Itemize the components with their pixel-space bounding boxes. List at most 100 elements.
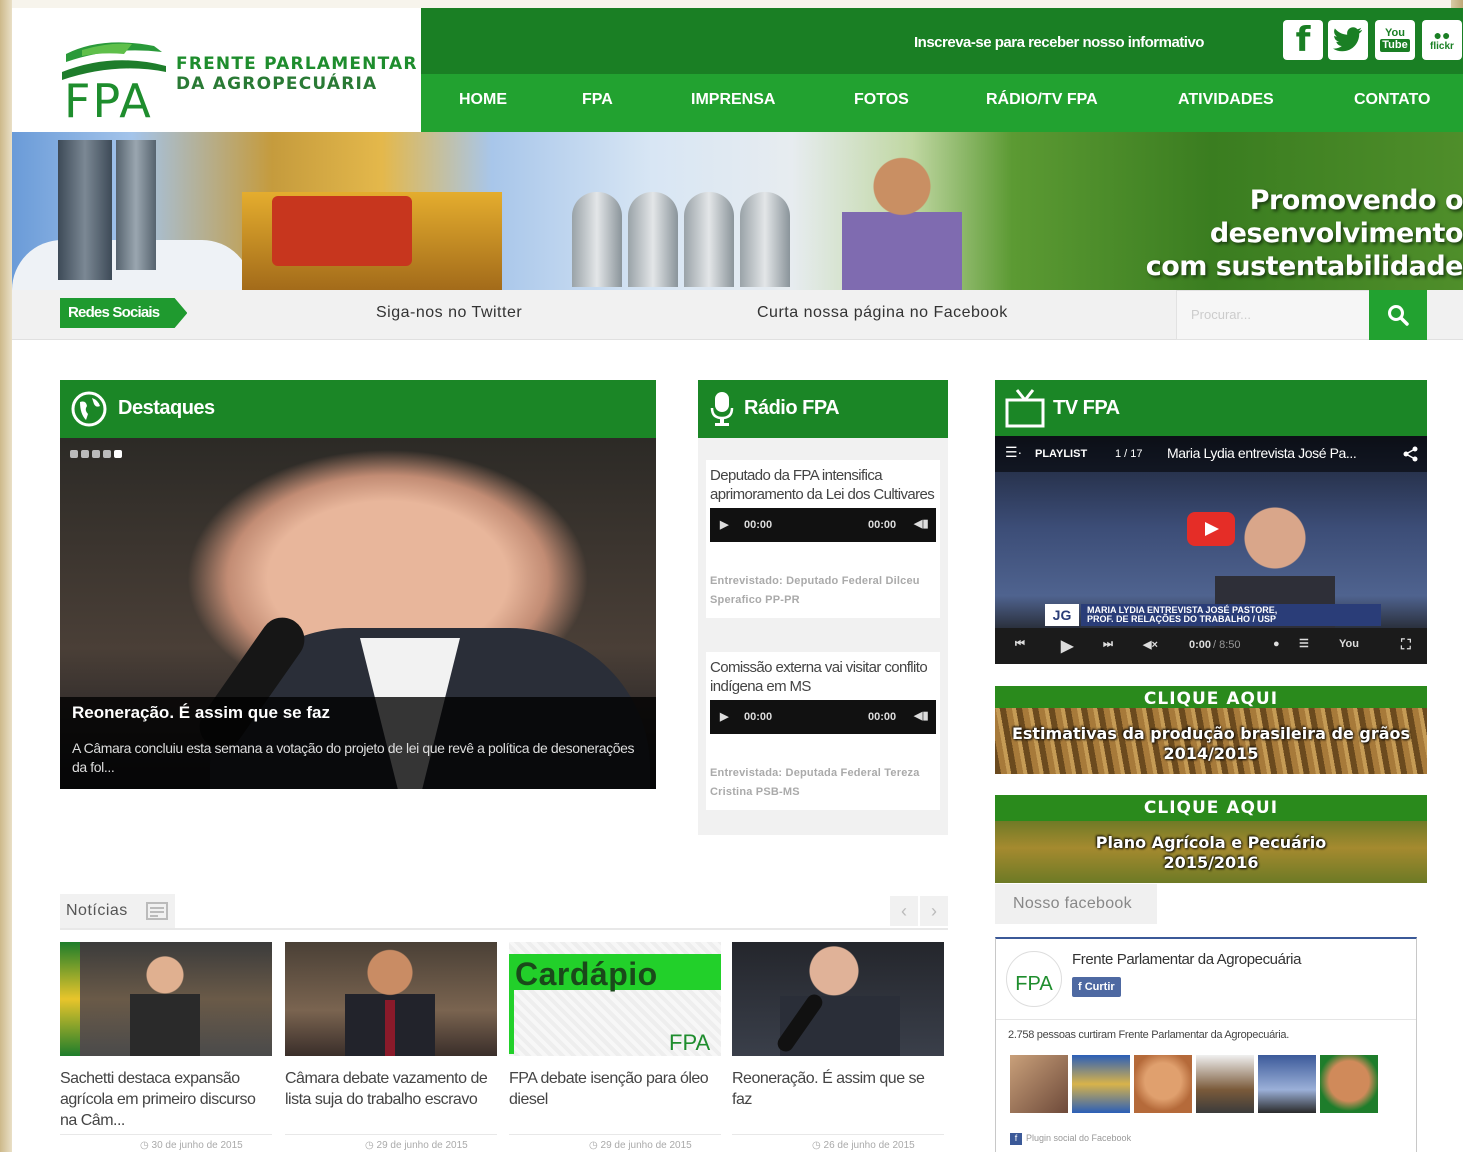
facebook-page-name[interactable]: Frente Parlamentar da Agropecuária — [1072, 951, 1301, 968]
fan-avatar[interactable] — [1072, 1055, 1130, 1113]
fan-avatar[interactable] — [1010, 1055, 1068, 1113]
promo-banner-grains[interactable]: CLIQUE AQUI Estimativas da produção bras… — [995, 686, 1427, 774]
play-icon[interactable]: ▶ — [1061, 636, 1073, 656]
playlist-count: 1 / 17 — [1115, 448, 1143, 460]
banner-congress-tower — [58, 140, 112, 280]
flickr-dots: ●● — [1433, 26, 1451, 43]
news-card[interactable]: Câmara debate vazamento de lista suja do… — [285, 942, 497, 1151]
slider-dot[interactable] — [103, 450, 111, 458]
volume-icon[interactable]: ◀▮ — [914, 709, 929, 722]
radio-item-title[interactable]: Comissão externa vai visitar conflito in… — [710, 658, 936, 696]
news-thumbnail[interactable] — [285, 942, 497, 1056]
news-next-button[interactable]: › — [920, 896, 948, 926]
twitter-icon[interactable] — [1328, 20, 1368, 60]
flickr-icon[interactable]: ●● flickr — [1422, 20, 1462, 60]
fan-avatar[interactable] — [1196, 1055, 1254, 1113]
playlist-icon[interactable]: ☰· — [1005, 444, 1022, 461]
fan-avatar[interactable] — [1134, 1055, 1192, 1113]
banner-harvester — [272, 196, 412, 266]
hero-banner: Promovendo o desenvolvimento com sustent… — [12, 132, 1463, 290]
promo-text: Estimativas da produção brasileira de gr… — [995, 724, 1427, 764]
facebook-tab[interactable]: Nosso facebook — [995, 884, 1157, 924]
youtube-top: You — [1385, 27, 1405, 39]
audio-player[interactable]: ▶ 00:00 00:00 ◀▮ — [710, 508, 936, 542]
news-nav: ‹ › — [890, 896, 948, 926]
search-input[interactable]: Procurar... — [1176, 290, 1370, 340]
news-thumbnail[interactable]: Cardápio FPA — [509, 942, 721, 1056]
thumb-flag — [60, 942, 80, 1056]
nav-atividades[interactable]: ATIVIDADES — [1178, 74, 1274, 132]
logo-line-2: DA AGROPECUÁRIA — [176, 74, 378, 94]
destaques-slide[interactable]: Reoneração. É assim que se faz A Câmara … — [60, 438, 656, 789]
nav-fotos[interactable]: FOTOS — [854, 74, 909, 132]
banner-silo — [628, 192, 678, 287]
audio-player[interactable]: ▶ 00:00 00:00 ◀▮ — [710, 700, 936, 734]
news-title: Notícias — [66, 902, 128, 919]
next-icon[interactable]: ⏭ — [1103, 638, 1113, 651]
promo-banner-plano-agricola[interactable]: CLIQUE AQUI Plano Agrícola e Pecuário 20… — [995, 795, 1427, 883]
facebook-icon[interactable]: f — [1283, 20, 1323, 60]
fan-avatar[interactable] — [1320, 1055, 1378, 1113]
divider — [285, 1134, 497, 1135]
news-thumbnail[interactable] — [60, 942, 272, 1056]
slider-dot[interactable] — [92, 450, 100, 458]
slider-dot[interactable] — [81, 450, 89, 458]
news-card-title[interactable]: FPA debate isenção para óleo diesel — [509, 1068, 721, 1110]
banner-silo — [740, 192, 790, 287]
news-card-title[interactable]: Sachetti destaca expansão agrícola em pr… — [60, 1068, 272, 1131]
slider-pagination[interactable] — [70, 450, 122, 458]
facebook-fans — [1010, 1055, 1378, 1113]
news-card[interactable]: Cardápio FPA FPA debate isenção para óle… — [509, 942, 721, 1151]
mute-icon[interactable]: ◀× — [1143, 638, 1158, 651]
news-card-title[interactable]: Reoneração. É assim que se faz — [732, 1068, 944, 1110]
nav-home[interactable]: HOME — [459, 74, 507, 132]
news-card-date-text: 26 de junho de 2015 — [823, 1140, 915, 1151]
news-card-title[interactable]: Câmara debate vazamento de lista suja do… — [285, 1068, 497, 1110]
slider-dot[interactable] — [70, 450, 78, 458]
nav-imprensa[interactable]: IMPRENSA — [691, 74, 775, 132]
lower-third-line-2: PROF. DE RELAÇÕES DO TRABALHO / USP — [1087, 614, 1277, 624]
slide-excerpt: A Câmara concluiu esta semana a votação … — [72, 740, 635, 775]
settings-icon[interactable]: ● — [1273, 638, 1280, 650]
play-icon[interactable]: ▶ — [720, 518, 728, 531]
playlist-label[interactable]: PLAYLIST — [1035, 448, 1087, 460]
facebook-like-button[interactable]: f Curtir — [1072, 977, 1121, 997]
news-card[interactable]: Reoneração. É assim que se faz ◷ 26 de j… — [732, 942, 944, 1151]
nav-contato[interactable]: CONTATO — [1354, 74, 1430, 132]
slide-title[interactable]: Reoneração. É assim que se faz — [72, 703, 330, 723]
video-title[interactable]: Maria Lydia entrevista José Pa... — [1167, 445, 1357, 461]
news-thumbnail[interactable] — [732, 942, 944, 1056]
banner-silo — [684, 192, 734, 287]
slider-dot-active[interactable] — [114, 450, 122, 458]
facebook-page-avatar[interactable]: FPA — [1006, 951, 1062, 1007]
radio-title: Rádio FPA — [744, 397, 840, 419]
nav-radio-tv[interactable]: RÁDIO/TV FPA — [986, 74, 1098, 132]
fan-avatar[interactable] — [1258, 1055, 1316, 1113]
volume-icon[interactable]: ◀▮ — [914, 517, 929, 530]
fullscreen-icon[interactable]: ⛶ — [1401, 636, 1411, 653]
radio-item-title[interactable]: Deputado da FPA intensifica aprimorament… — [710, 466, 936, 504]
play-icon[interactable]: ▶ — [720, 710, 728, 723]
twitter-follow-link[interactable]: Siga-nos no Twitter — [376, 304, 522, 322]
search-button[interactable] — [1369, 290, 1427, 340]
page: FPA FRENTE PARLAMENTAR DA AGROPECUÁRIA I… — [12, 8, 1463, 1152]
logo[interactable]: FPA FRENTE PARLAMENTAR DA AGROPECUÁRIA — [12, 8, 421, 132]
top-bar: Inscreva-se para receber nosso informati… — [421, 8, 1463, 74]
divider — [996, 1019, 1416, 1020]
news-prev-button[interactable]: ‹ — [890, 896, 918, 926]
video-duration: / 8:50 — [1213, 639, 1241, 651]
newsletter-link[interactable]: Inscreva-se para receber nosso informati… — [914, 34, 1204, 51]
youtube-icon[interactable]: You Tube — [1375, 20, 1415, 60]
news-card[interactable]: Sachetti destaca expansão agrícola em pr… — [60, 942, 272, 1151]
playlist-menu-icon[interactable]: ☰ — [1299, 637, 1309, 650]
facebook-glyph: f — [1295, 20, 1311, 60]
share-icon[interactable] — [1403, 446, 1419, 462]
facebook-like-link[interactable]: Curta nossa página no Facebook — [757, 304, 1008, 322]
youtube-logo[interactable]: You — [1339, 638, 1359, 650]
promo-line-1: Estimativas da produção brasileira de gr… — [1011, 724, 1411, 743]
nav-fpa[interactable]: FPA — [582, 74, 613, 132]
youtube-player[interactable]: MARIA LYDIA ENTREVISTA JOSÉ PASTORE, PRO… — [995, 436, 1427, 664]
news-header: Notícias ‹ › — [60, 894, 948, 930]
previous-icon[interactable]: ⏮ — [1015, 638, 1025, 651]
youtube-play-button[interactable] — [1187, 512, 1235, 546]
